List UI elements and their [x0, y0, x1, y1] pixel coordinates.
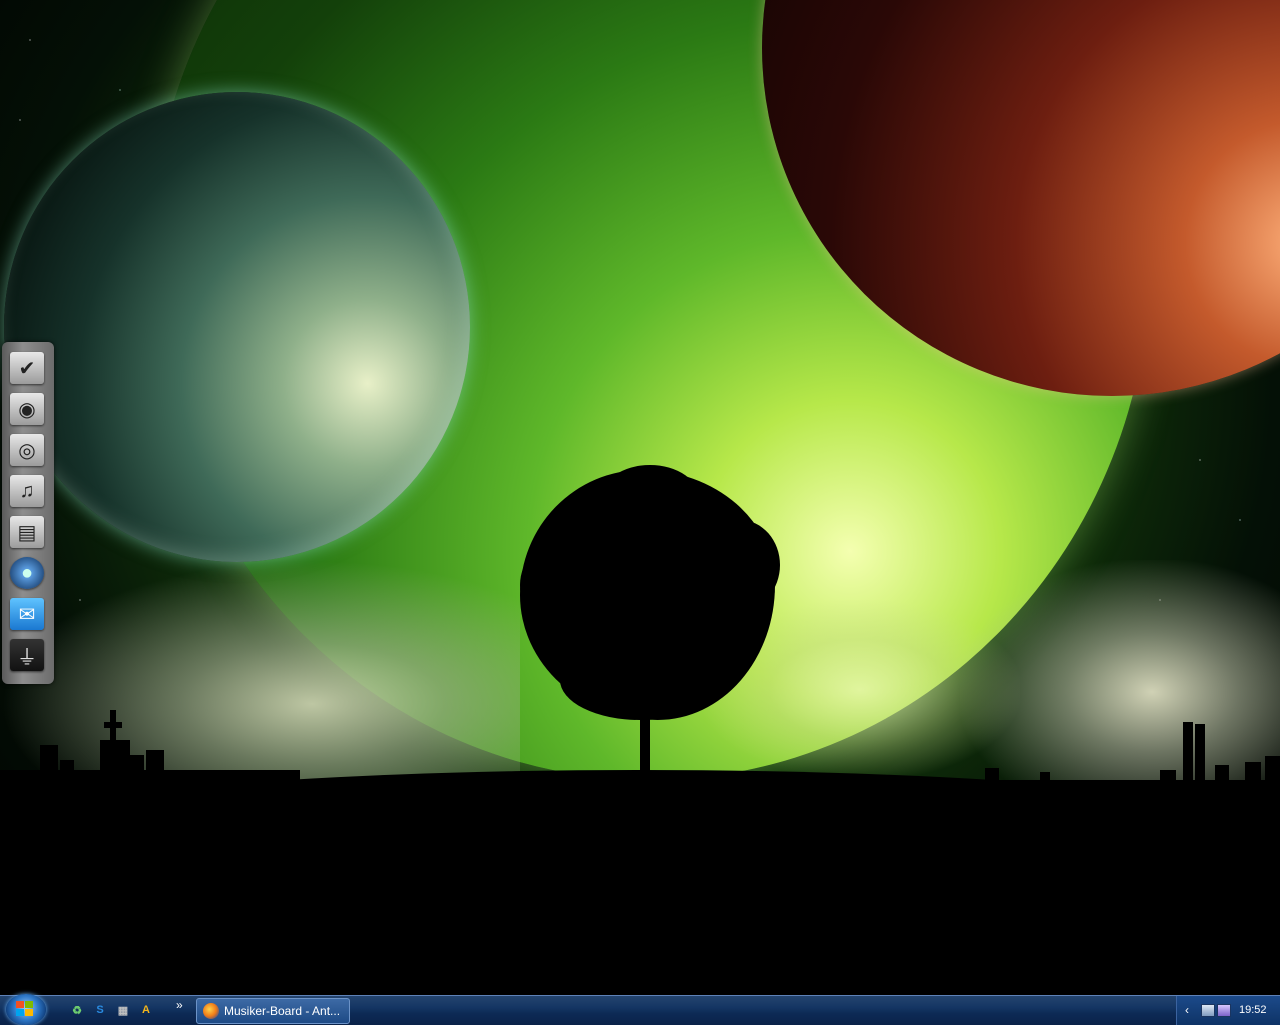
- clock[interactable]: 19:52: [1239, 1004, 1267, 1016]
- volume-icon[interactable]: [1217, 1004, 1231, 1017]
- aim-icon: A: [142, 1004, 150, 1016]
- recycle-icon: ♻: [72, 1004, 82, 1017]
- skype-icon: S: [96, 1004, 104, 1016]
- document-icon: ▤: [10, 516, 44, 548]
- disc-icon: ◉: [10, 393, 44, 425]
- windows-logo-icon: [16, 1001, 34, 1017]
- taskbar: ♻ S ▦ A » Musiker-Board - Ant... ‹ 19:52: [0, 994, 1280, 1025]
- quicklaunch-aim[interactable]: A: [137, 1001, 155, 1019]
- system-tray: ‹ 19:52: [1176, 996, 1280, 1025]
- dock-item-speaker[interactable]: ◎: [8, 432, 46, 468]
- checkmark-icon: ✔: [10, 352, 44, 384]
- quicklaunch-skype[interactable]: S: [91, 1001, 109, 1019]
- quicklaunch-overflow-button[interactable]: »: [176, 998, 183, 1012]
- gamepad-icon: ▦: [117, 1004, 129, 1017]
- clouds-right-image: [960, 560, 1280, 800]
- dock-item-globe[interactable]: ●: [8, 555, 46, 591]
- start-button[interactable]: [6, 994, 46, 1025]
- music-note-icon: ♫: [10, 475, 44, 507]
- usb-icon: ⏚: [10, 639, 44, 671]
- dock-item-document[interactable]: ▤: [8, 514, 46, 550]
- dock-item-mail[interactable]: ✉: [8, 596, 46, 632]
- dock-item-music[interactable]: ♫: [8, 473, 46, 509]
- mail-icon: ✉: [10, 598, 44, 630]
- side-dock: ✔ ◉ ◎ ♫ ▤ ● ✉ ⏚: [2, 342, 54, 684]
- ground: [0, 795, 1280, 995]
- speaker-icon: ◎: [10, 434, 44, 466]
- globe-icon: ●: [10, 557, 44, 589]
- quicklaunch-recycle[interactable]: ♻: [68, 1001, 86, 1019]
- dock-item-disc[interactable]: ◉: [8, 391, 46, 427]
- network-icon[interactable]: [1201, 1004, 1215, 1017]
- dock-item-usb[interactable]: ⏚: [8, 637, 46, 673]
- firefox-icon: [203, 1003, 219, 1019]
- clouds-left-image: [0, 560, 520, 800]
- desktop-wallpaper: [0, 0, 1280, 995]
- tray-expand-button[interactable]: ‹: [1185, 1003, 1189, 1017]
- dock-item-checkmark[interactable]: ✔: [8, 350, 46, 386]
- left-planet-image: [4, 92, 470, 562]
- quicklaunch-games[interactable]: ▦: [114, 1001, 132, 1019]
- taskbar-button-firefox[interactable]: Musiker-Board - Ant...: [196, 998, 350, 1024]
- taskbar-button-label: Musiker-Board - Ant...: [224, 1004, 341, 1018]
